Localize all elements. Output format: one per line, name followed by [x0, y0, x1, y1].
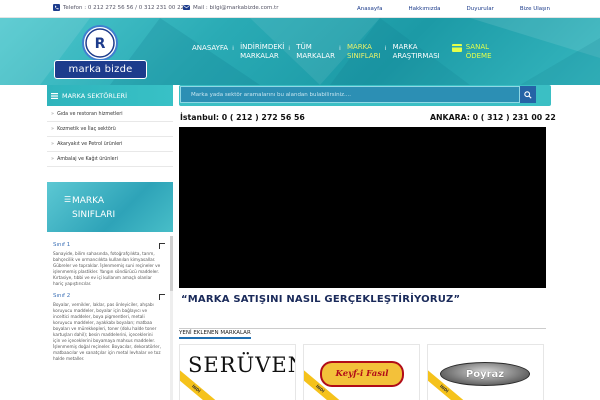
nav-label-line2: ARAŞTIRMASI	[392, 52, 440, 60]
nav-label-line1: MARKA	[392, 43, 418, 51]
nav-label-line1: MARKA	[346, 43, 372, 51]
top-links: Anasayfa Hakkımızda Duyurular Bize Ulaşı…	[357, 0, 550, 18]
nav-indirimdeki-markalar[interactable]: ⁞ İNDİRİMDEKİ MARKALAR	[232, 43, 285, 61]
nav-label-line1: İNDİRİMDEKİ	[240, 43, 285, 51]
nav-anasayfa[interactable]: ANASAYFA	[192, 44, 228, 53]
brand-card[interactable]: Poyraz İNDİ	[427, 344, 544, 400]
class-item-desc: Boyalar, vernikler, laklar, pas önleyici…	[53, 302, 161, 361]
bullet-icon: »	[51, 156, 55, 162]
phone-contact: Telefon : 0 212 272 56 56 / 0 312 231 00…	[53, 4, 184, 11]
mail-contact: Mail : bilgi@markabizde.com.tr	[183, 4, 278, 11]
nav-dots-icon: ⁞	[384, 45, 387, 52]
sector-item-label: Ambalaj ve Kağıt ürünleri	[57, 156, 118, 162]
sector-item[interactable]: » Kozmetik ve İlaç sektörü	[47, 122, 173, 137]
main-nav: ANASAYFA ⁞ İNDİRİMDEKİ MARKALAR ⁞ TÜM MARKAL…	[192, 43, 504, 83]
logo-emblem: R	[82, 25, 118, 61]
brand-logo-text: Keyf-i Fasıl	[335, 369, 389, 379]
corner-icon	[159, 294, 165, 300]
new-brands-header: YENİ EKLENEN MARKALAR	[179, 319, 546, 339]
bullet-icon: »	[51, 141, 55, 147]
sector-menu-title: MARKA SEKTÖRLERİ	[62, 91, 127, 100]
search-input[interactable]: Marka yada sektör aramalarını bu alandan…	[180, 86, 520, 103]
class-list-scrollbar[interactable]	[170, 236, 173, 400]
list-icon	[51, 92, 58, 99]
class-item-title[interactable]: Sınıf 2	[47, 293, 173, 300]
nav-marka-arastirmasi[interactable]: ⁞ MARKA ARAŞTIRMASI	[385, 43, 440, 61]
nav-anasayfa-label: ANASAYFA	[192, 44, 229, 52]
sector-item[interactable]: » Ambalaj ve Kağıt ürünleri	[47, 152, 173, 167]
nav-label-line1: SANAL	[465, 43, 490, 51]
search-bar: Marka yada sektör aramalarını bu alandan…	[179, 85, 551, 106]
payment-icon	[451, 44, 462, 52]
brand-logo-keyf-i-fasil: Keyf-i Fasıl	[322, 363, 402, 385]
banner-line1: MARKA	[72, 196, 105, 206]
search-button[interactable]	[520, 86, 536, 103]
istanbul-phone: İstanbul: 0 ( 212 ) 272 56 56	[180, 113, 305, 122]
logo-text: marka bizde	[54, 60, 147, 79]
link-duyurular[interactable]: Duyurular	[467, 6, 494, 12]
top-bar: Telefon : 0 212 272 56 56 / 0 312 231 00…	[0, 0, 600, 18]
nav-dots-icon: ⁞	[288, 45, 291, 52]
sector-item-label: Kozmetik ve İlaç sektörü	[57, 126, 116, 132]
section-quote: “MARKA SATIŞINI NASIL GERÇEKLEŞTİRİYORUZ…	[181, 294, 461, 305]
nav-tum-markalar[interactable]: ⁞ TÜM MARKALAR	[288, 43, 335, 61]
mail-icon	[183, 5, 190, 10]
sector-item[interactable]: » Akaryakıt ve Petrol ürünleri	[47, 137, 173, 152]
list-icon: ☰	[64, 195, 72, 204]
class-item-desc: Sanayide, bilim sahasında, fotoğrafçılık…	[53, 251, 161, 286]
brand-card[interactable]: Keyf-i Fasıl İNDİ	[303, 344, 420, 400]
link-anasayfa[interactable]: Anasayfa	[357, 6, 382, 12]
sector-item-label: Akaryakıt ve Petrol ürünleri	[57, 141, 123, 147]
marka-siniflari-banner[interactable]: ☰ MARKA SINIFLARI	[47, 182, 173, 232]
class-title-text: Sınıf 2	[53, 293, 71, 299]
sector-item[interactable]: » Gıda ve restoran hizmetleri	[47, 107, 173, 122]
video-player[interactable]	[179, 127, 546, 288]
ankara-phone: ANKARA: 0 ( 312 ) 231 00 22	[430, 113, 556, 122]
link-hakkimizda[interactable]: Hakkımızda	[408, 6, 440, 12]
nav-label-line2: SINIFLARI	[346, 52, 381, 60]
nav-label-line2: MARKALAR	[240, 52, 279, 60]
phone-icon	[53, 4, 60, 11]
class-item-title[interactable]: Sınıf 1	[47, 242, 173, 249]
nav-dots-icon: ⁞	[338, 45, 341, 52]
new-brands-title: YENİ EKLENEN MARKALAR	[179, 330, 251, 339]
brand-logo-poyraz: Poyraz	[440, 362, 530, 386]
phone-text: Telefon : 0 212 272 56 56 / 0 312 231 00…	[63, 4, 185, 11]
brand-logo-text: Poyraz	[465, 368, 505, 380]
bullet-icon: »	[51, 126, 55, 132]
banner-line2: SINIFLARI	[72, 210, 116, 220]
nav-dots-icon: ⁞	[232, 45, 235, 52]
nav-label-line2: ÖDEME	[465, 52, 492, 60]
logo-user-icon: R	[85, 28, 115, 58]
sector-list: » Gıda ve restoran hizmetleri » Kozmetik v…	[47, 107, 173, 167]
page: Telefon : 0 212 272 56 56 / 0 312 231 00…	[0, 0, 600, 400]
site-logo[interactable]: R marka bizde	[54, 25, 147, 80]
nav-label-line2: MARKALAR	[296, 52, 335, 60]
brand-logo-seruven: SERÜVEN	[188, 353, 296, 377]
sub-nav: MARKA SEKTÖRLERİ Marka yada sektör arama…	[0, 85, 600, 107]
bullet-icon: »	[51, 111, 55, 117]
header: R marka bizde ANASAYFA ⁞ İNDİRİMDEKİ MARKA…	[0, 18, 600, 85]
nav-marka-siniflari[interactable]: ⁞ MARKA SINIFLARI	[339, 43, 381, 61]
nav-sanal-odeme[interactable]: SANAL ÖDEME	[451, 43, 492, 61]
search-icon	[524, 90, 532, 99]
sector-item-label: Gıda ve restoran hizmetleri	[57, 111, 123, 117]
class-list: Sınıf 1 Sanayide, bilim sahasında, fotoğ…	[47, 236, 173, 400]
sector-menu-header[interactable]: MARKA SEKTÖRLERİ	[47, 85, 173, 106]
class-title-text: Sınıf 1	[53, 242, 71, 248]
brand-grid: SERÜVEN İNDİ Keyf-i Fasıl İNDİ Poyraz İN…	[179, 344, 546, 400]
brand-card[interactable]: SERÜVEN İNDİ	[179, 344, 296, 400]
corner-icon	[159, 243, 165, 249]
link-bize-ulasin[interactable]: Bize Ulaşın	[520, 6, 550, 12]
mail-text[interactable]: Mail : bilgi@markabizde.com.tr	[193, 5, 278, 11]
nav-label-line1: TÜM	[296, 43, 312, 51]
logo-letter: R	[95, 36, 106, 52]
